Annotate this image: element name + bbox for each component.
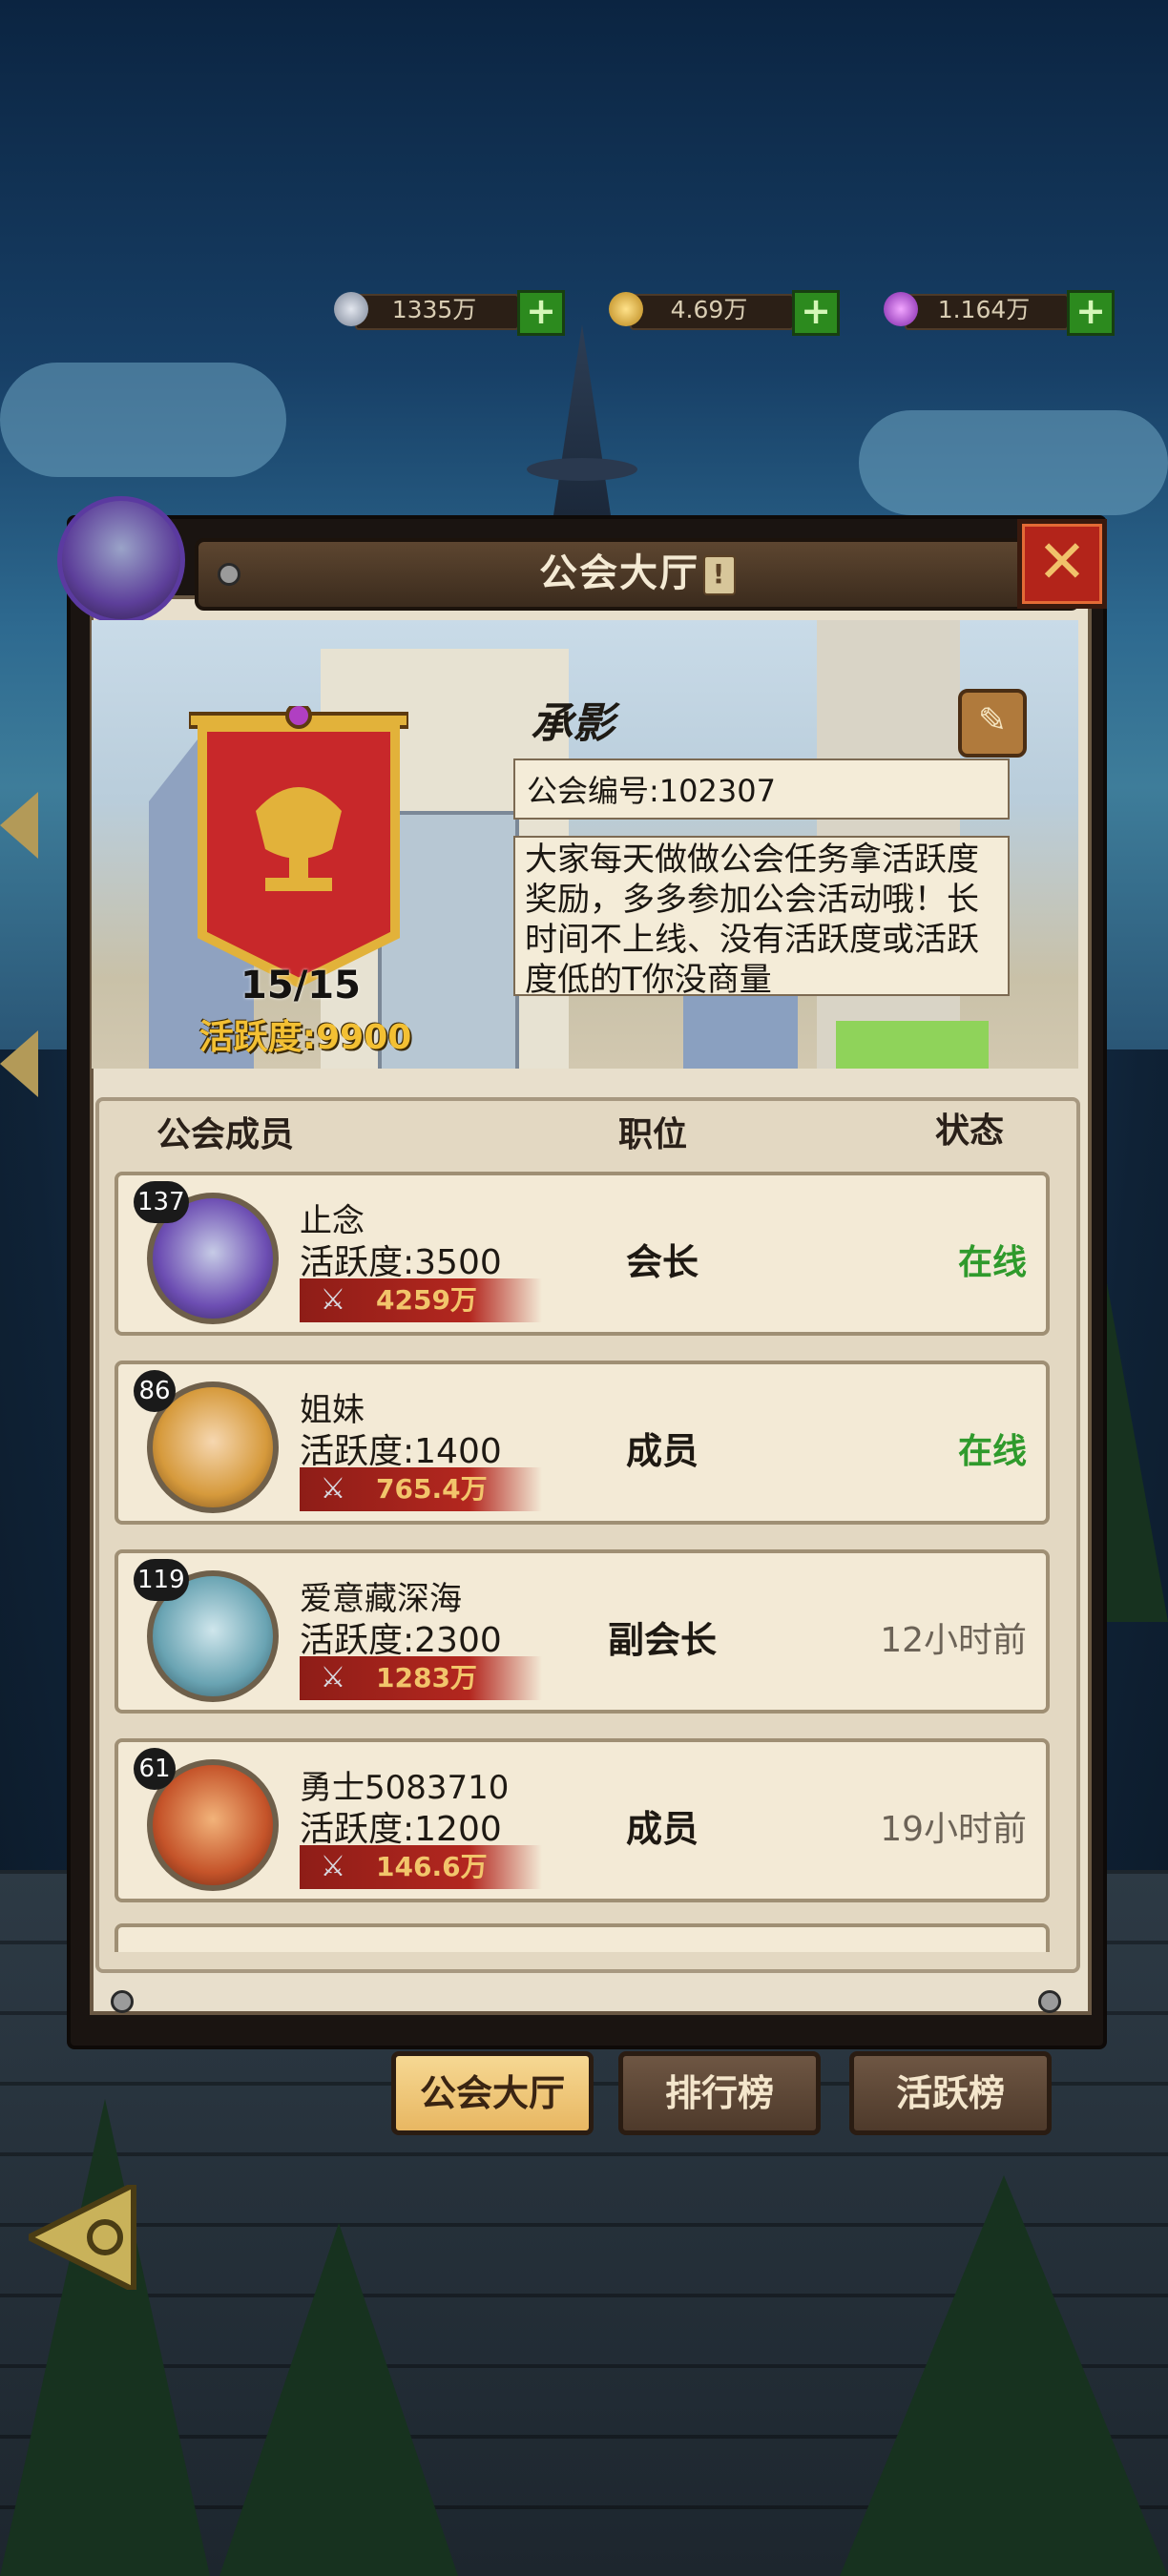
- tab-ranking[interactable]: 排行榜: [618, 2051, 821, 2135]
- currency-value: 1.164万: [937, 296, 1031, 323]
- crossed-swords-icon: ⚔: [320, 1283, 346, 1317]
- rivet: [111, 1990, 134, 2013]
- member-count: 15/15: [240, 964, 361, 1008]
- pencil-icon: ✎: [977, 701, 1008, 740]
- castle-garden: [836, 1021, 989, 1069]
- guild-notice: 大家每天做做公会任务拿活跃度奖励，多多参加公会活动哦！长时间不上线、没有活跃度或…: [513, 836, 1010, 999]
- guild-banner-icon: [189, 706, 408, 988]
- power-bar: ⚔ 1283万: [300, 1656, 542, 1700]
- edit-button[interactable]: ✎: [958, 689, 1027, 758]
- guild-activity: 活跃度:9900: [198, 1018, 412, 1057]
- member-row[interactable]: 137 止念 活跃度:3500 ⚔ 4259万 会长 在线: [115, 1172, 1050, 1336]
- crossed-swords-icon: ⚔: [320, 1661, 346, 1694]
- level-badge: 119: [134, 1559, 189, 1601]
- member-row[interactable]: 86 姐妹 活跃度:1400 ⚔ 765.4万 成员 在线: [115, 1361, 1050, 1525]
- power-value: 1283万: [376, 1662, 477, 1693]
- member-position: 会长: [625, 1241, 699, 1283]
- add-currency-button[interactable]: +: [792, 290, 840, 336]
- cloud: [859, 410, 1168, 515]
- member-activity: 活跃度:1400: [300, 1432, 502, 1471]
- power-bar: ⚔ 4259万: [300, 1278, 542, 1322]
- member-position: 成员: [625, 1430, 699, 1472]
- member-status: 在线: [957, 1432, 1027, 1471]
- add-currency-button[interactable]: +: [517, 290, 565, 336]
- member-activity: 活跃度:1200: [300, 1810, 502, 1849]
- power-bar: ⚔ 765.4万: [300, 1467, 542, 1511]
- add-currency-button[interactable]: +: [1067, 290, 1115, 336]
- level-badge: 86: [134, 1370, 176, 1412]
- header-members: 公会成员: [156, 1115, 295, 1154]
- member-status: 在线: [957, 1243, 1027, 1282]
- member-position: 副会长: [607, 1619, 717, 1661]
- panel-title: 公会大厅!: [198, 542, 1076, 607]
- back-arrow-icon[interactable]: [29, 2185, 153, 2290]
- crossed-swords-icon: ⚔: [320, 1472, 346, 1506]
- header-status: 状态: [935, 1111, 1005, 1151]
- member-row-partial: [115, 1923, 1050, 1952]
- title-bar: 公会大厅!: [195, 538, 1080, 611]
- close-button[interactable]: ✕: [1017, 519, 1107, 609]
- member-status: 12小时前: [880, 1621, 1027, 1660]
- close-icon: ✕: [1037, 527, 1087, 596]
- member-activity: 活跃度:3500: [300, 1243, 502, 1282]
- power-value: 4259万: [376, 1284, 477, 1316]
- power-value: 146.6万: [376, 1851, 488, 1882]
- tab-activity-ranking[interactable]: 活跃榜: [849, 2051, 1052, 2135]
- rivet: [1038, 1990, 1061, 2013]
- header-position: 职位: [618, 1115, 688, 1154]
- member-row[interactable]: 119 爱意藏深海 活跃度:2300 ⚔ 1283万 副会长 12小时前: [115, 1549, 1050, 1714]
- power-bar: ⚔ 146.6万: [300, 1845, 542, 1889]
- level-badge: 137: [134, 1181, 189, 1223]
- guild-name: 承影: [531, 699, 615, 748]
- currency-value: 1335万: [391, 296, 477, 323]
- crossed-swords-icon: ⚔: [320, 1850, 346, 1883]
- panel-title-text: 公会大厅: [539, 551, 699, 595]
- guild-id: 公会编号:102307: [513, 758, 1010, 820]
- tower-ring: [527, 458, 637, 481]
- member-status: 19小时前: [880, 1810, 1027, 1849]
- member-activity: 活跃度:2300: [300, 1621, 502, 1660]
- info-icon[interactable]: !: [703, 555, 736, 595]
- level-badge: 61: [134, 1748, 176, 1790]
- currency-value: 4.69万: [670, 296, 748, 323]
- member-position: 成员: [625, 1808, 699, 1850]
- player-avatar[interactable]: [57, 496, 185, 624]
- member-row[interactable]: 61 勇士5083710 活跃度:1200 ⚔ 146.6万 成员 19小时前: [115, 1738, 1050, 1902]
- power-value: 765.4万: [376, 1473, 488, 1505]
- cloud: [0, 363, 286, 477]
- tab-guild-hall[interactable]: 公会大厅: [391, 2051, 594, 2135]
